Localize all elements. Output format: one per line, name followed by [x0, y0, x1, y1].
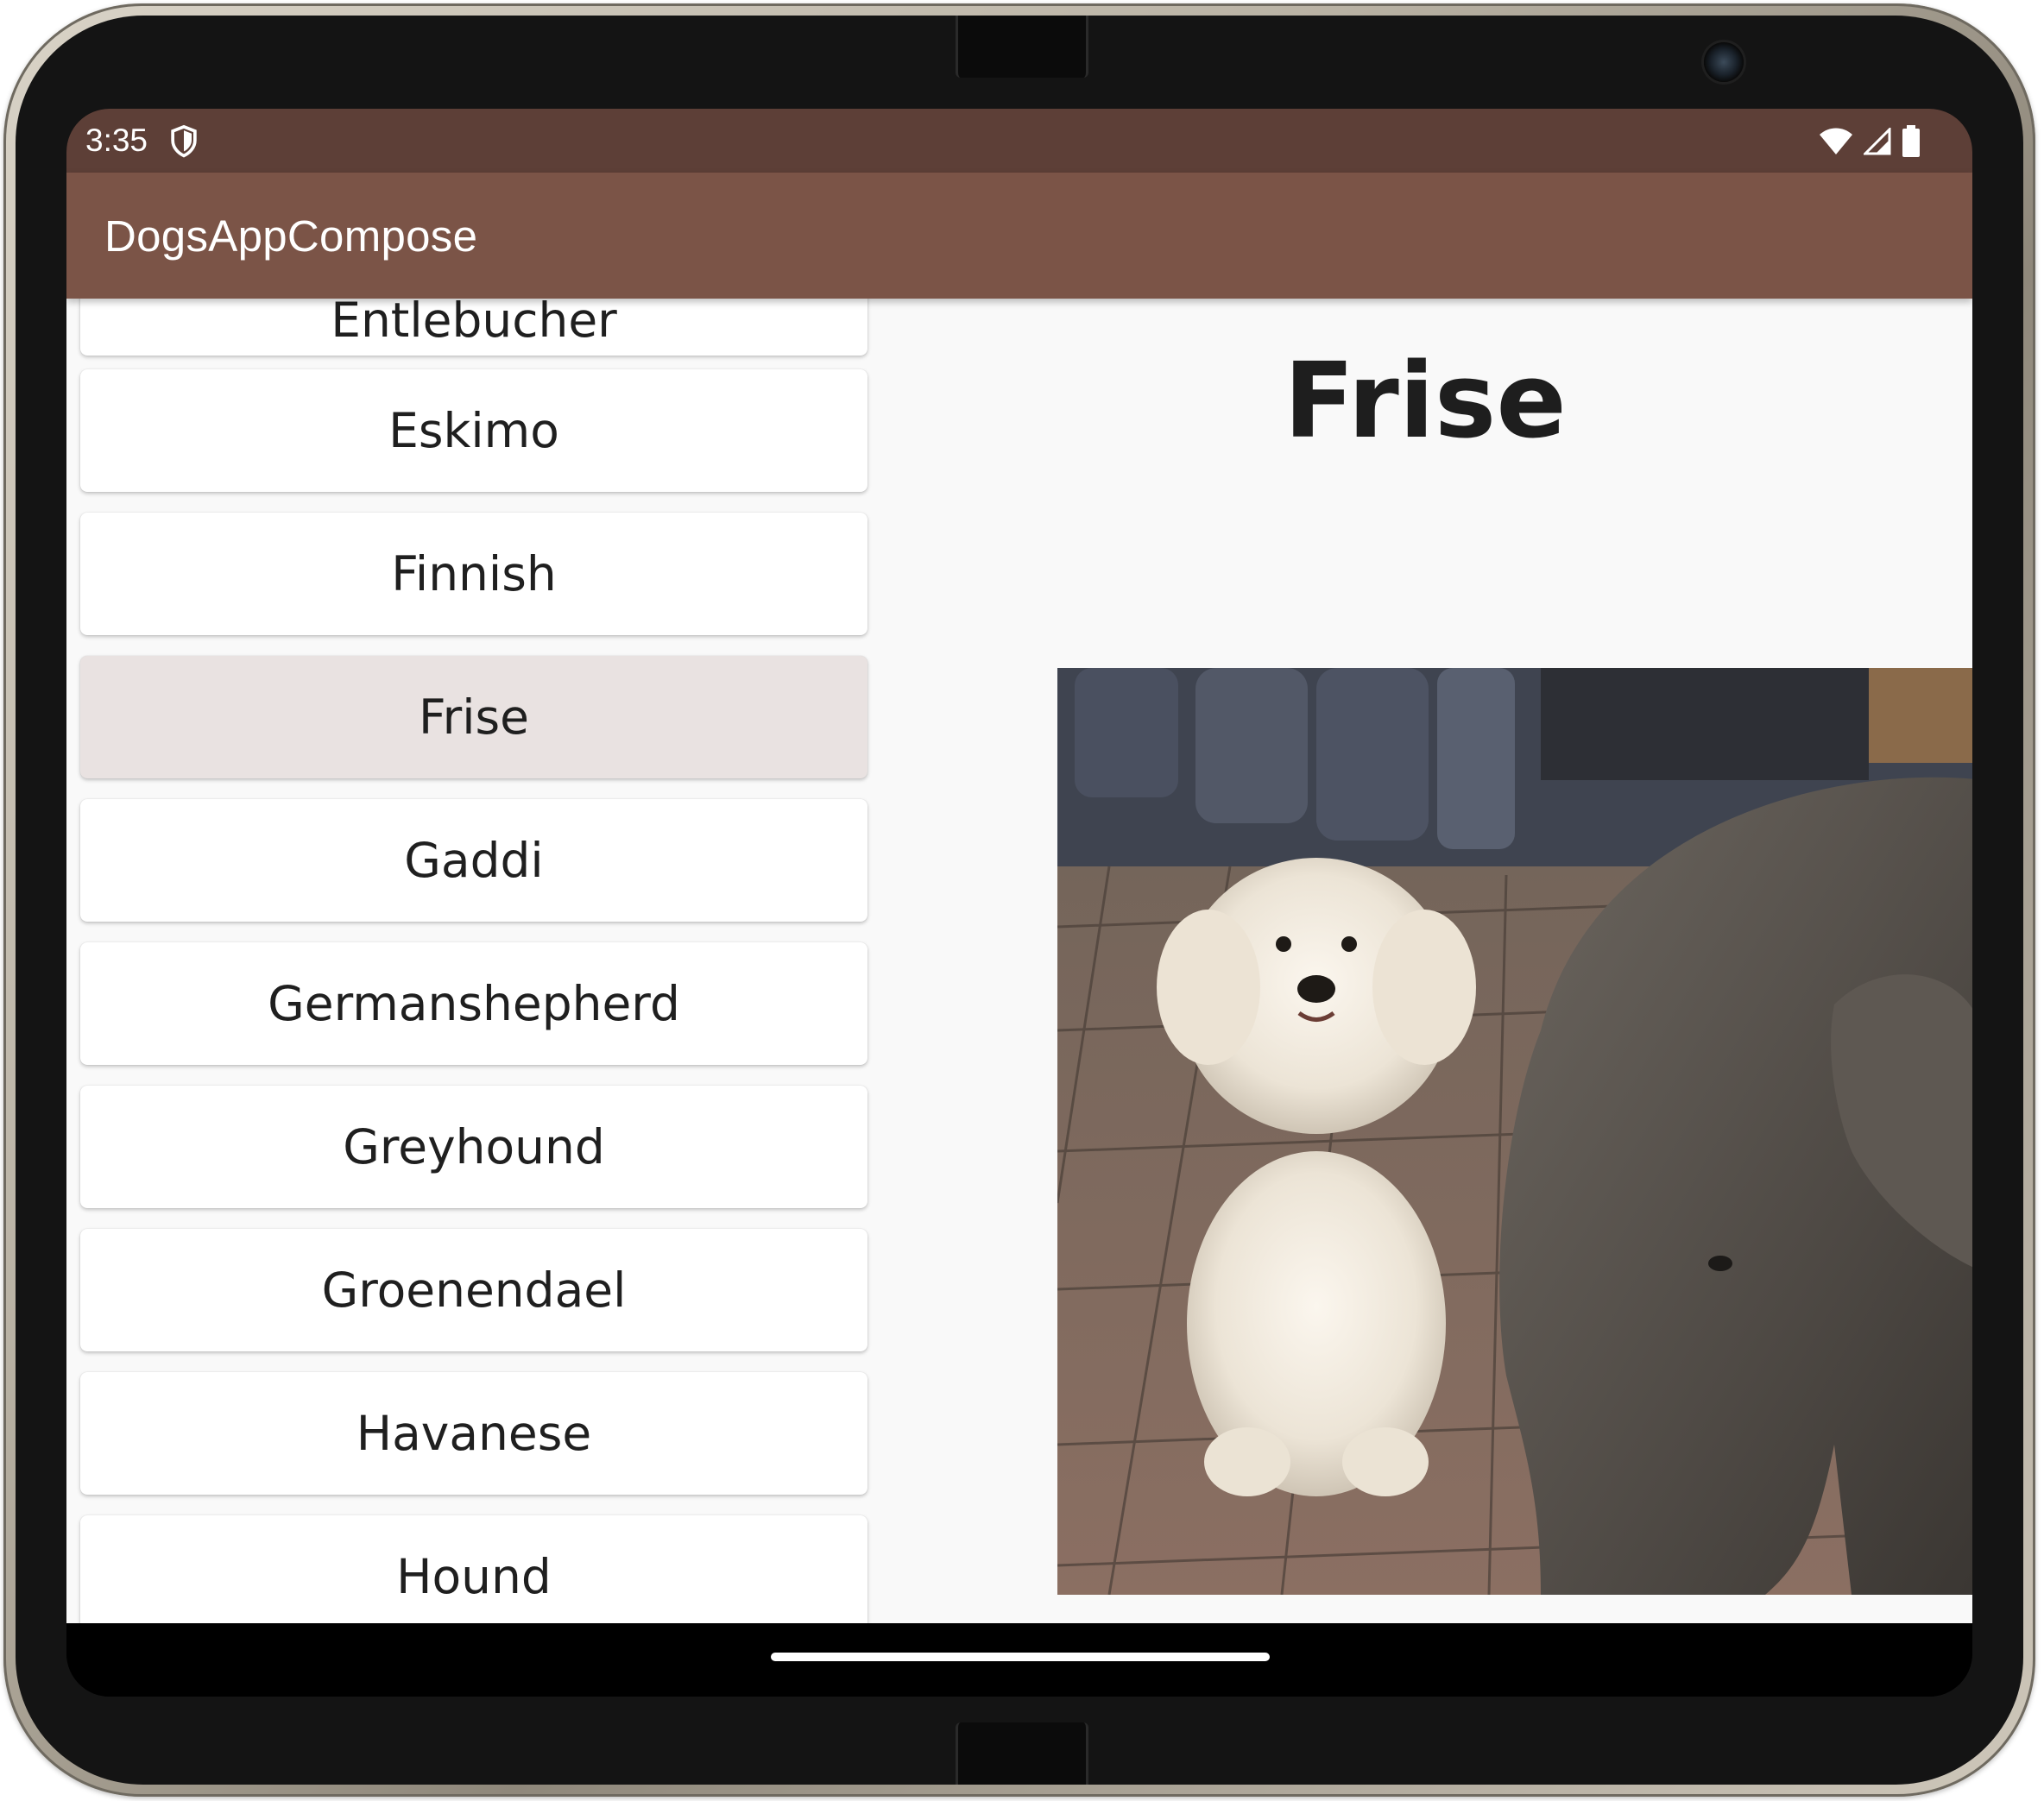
- list-item-eskimo[interactable]: Eskimo: [80, 369, 867, 492]
- breed-photo: [1057, 668, 1972, 1595]
- list-item-greyhound[interactable]: Greyhound: [80, 1086, 867, 1208]
- app-title: DogsAppCompose: [104, 211, 478, 261]
- list-item-label: Germanshepherd: [268, 976, 680, 1031]
- device-screen: 3:35 DogsAppCompose Entlebucher Eskimo F…: [66, 109, 1972, 1697]
- list-item-label: Groenendael: [321, 1263, 627, 1318]
- detail-title: Frise: [1284, 342, 1567, 462]
- list-item-label: Entlebucher: [331, 299, 617, 348]
- list-item-label: Havanese: [356, 1406, 592, 1461]
- system-navigation-bar: [66, 1623, 1972, 1697]
- list-item-havanese[interactable]: Havanese: [80, 1372, 867, 1495]
- battery-icon: [1902, 125, 1920, 157]
- status-time: 3:35: [85, 123, 148, 158]
- cellular-signal-icon: [1864, 128, 1891, 155]
- list-item-germanshepherd[interactable]: Germanshepherd: [80, 942, 867, 1065]
- list-item-label: Frise: [418, 690, 530, 745]
- list-item-label: Finnish: [391, 546, 557, 601]
- list-item-finnish[interactable]: Finnish: [80, 513, 867, 635]
- list-item-label: Greyhound: [343, 1119, 605, 1174]
- device-hinge-top: [956, 16, 1088, 78]
- main-content: Entlebucher Eskimo Finnish Frise Gaddi G…: [66, 299, 1972, 1623]
- device-hinge-bottom: [956, 1722, 1088, 1785]
- list-item-frise[interactable]: Frise: [80, 656, 867, 778]
- list-item-entlebucher[interactable]: Entlebucher: [80, 299, 867, 356]
- status-bar: 3:35: [66, 109, 1972, 173]
- wifi-icon: [1820, 128, 1852, 154]
- shield-icon: [171, 124, 197, 158]
- top-app-bar: DogsAppCompose: [66, 173, 1972, 299]
- breed-list[interactable]: Entlebucher Eskimo Finnish Frise Gaddi G…: [66, 299, 878, 1623]
- list-item-label: Hound: [396, 1549, 552, 1604]
- list-item-gaddi[interactable]: Gaddi: [80, 799, 867, 922]
- breed-detail-pane: Frise: [878, 299, 1972, 1623]
- status-indicators: [1819, 124, 1921, 159]
- list-item-groenendael[interactable]: Groenendael: [80, 1229, 867, 1351]
- list-item-label: Eskimo: [388, 403, 559, 458]
- breed-photo-illustration: [1057, 668, 1972, 1595]
- list-item-label: Gaddi: [404, 833, 544, 888]
- list-item-hound[interactable]: Hound: [80, 1515, 867, 1623]
- front-camera: [1704, 42, 1744, 82]
- home-gesture-handle[interactable]: [771, 1653, 1270, 1661]
